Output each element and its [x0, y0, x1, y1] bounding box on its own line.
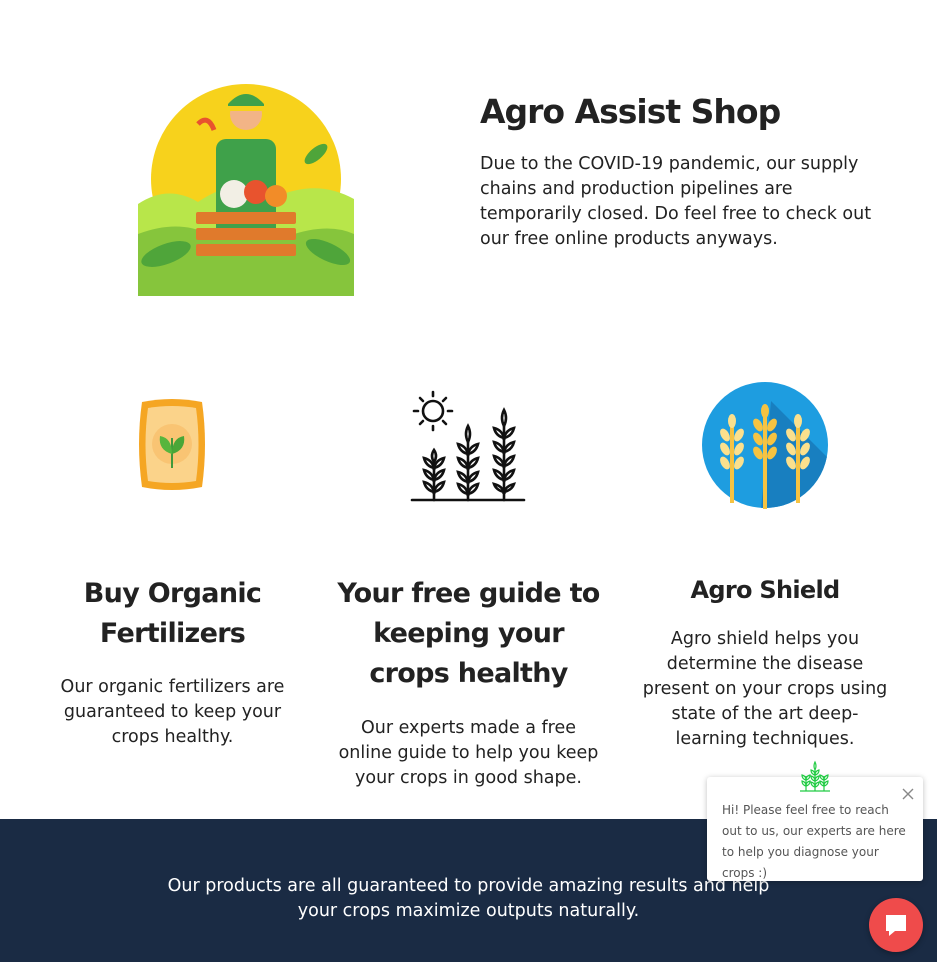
feature-description: Our organic fertilizers are guaranteed t… — [60, 677, 285, 747]
feature-title: Buy Organic Fertilizers — [83, 578, 262, 649]
guarantee-text: Our products are all guaranteed to provi… — [167, 876, 770, 921]
feature-agro-shield: Agro Shield Agro shield helps you determ… — [636, 574, 894, 752]
feature-description: Agro shield helps you determine the dise… — [642, 629, 888, 749]
close-icon[interactable] — [901, 787, 915, 801]
chat-launcher-button[interactable] — [869, 898, 923, 952]
wheat-logo-icon — [800, 760, 830, 792]
hero-description: Due to the COVID-19 pandemic, our supply… — [480, 154, 872, 249]
feature-title: Agro Shield — [690, 576, 840, 604]
chat-icon — [886, 915, 906, 936]
feature-title: Your free guide to keeping your crops he… — [337, 578, 600, 689]
feature-guide: Your free guide to keeping your crops he… — [335, 574, 602, 791]
chat-message: Hi! Please feel free to reach out to us,… — [722, 803, 906, 880]
page-title: Agro Assist Shop — [480, 92, 781, 131]
farmer-illustration — [138, 84, 354, 296]
fertilizer-bag-icon — [139, 399, 205, 490]
feature-description: Our experts made a free online guide to … — [338, 718, 599, 788]
wheat-field-sun-icon — [410, 390, 526, 502]
feature-fertilizers: Buy Organic Fertilizers Our organic fert… — [50, 574, 295, 750]
wheat-circle-icon — [702, 382, 828, 509]
